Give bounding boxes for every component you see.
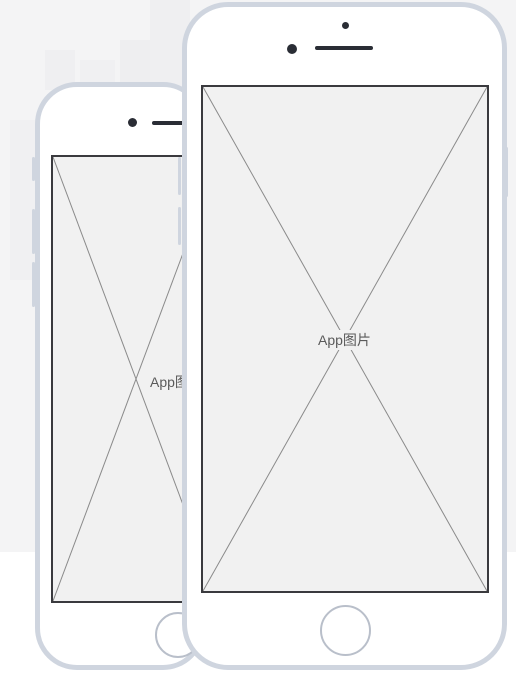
front-phone-speaker — [315, 46, 373, 50]
front-phone-power-button — [505, 147, 508, 197]
front-phone-home-button[interactable] — [320, 605, 371, 656]
front-phone-volume-up — [178, 157, 181, 195]
front-phone-volume-down — [178, 207, 181, 245]
back-phone-camera — [128, 118, 137, 127]
back-phone-volume-down — [32, 262, 35, 307]
back-phone-mute-switch — [32, 157, 35, 181]
back-phone-volume-up — [32, 209, 35, 254]
front-phone-camera — [287, 44, 297, 54]
front-phone-sensor — [342, 22, 349, 29]
front-phone-screen: App图片 — [201, 85, 489, 593]
front-screen-label: App图片 — [317, 330, 372, 350]
front-phone-mockup: App图片 — [178, 2, 508, 670]
